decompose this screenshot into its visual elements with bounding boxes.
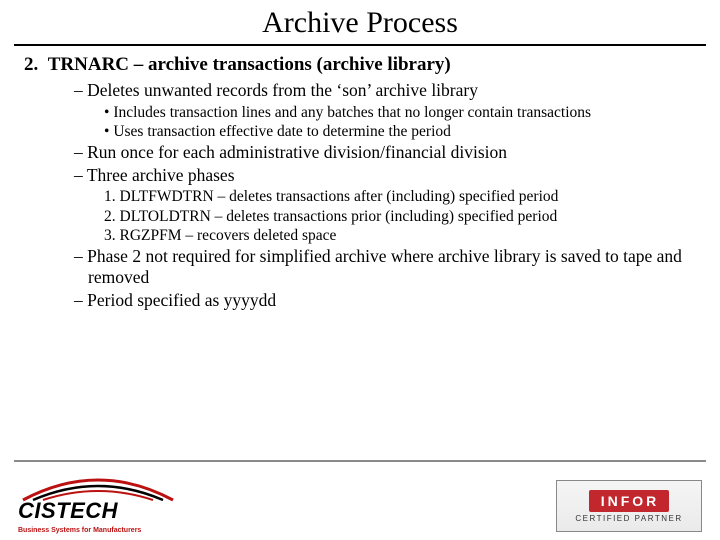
content-area: 2. TRNARC – archive transactions (archiv… bbox=[0, 54, 720, 312]
dash-list: Deletes unwanted records from the ‘son’ … bbox=[74, 80, 704, 312]
item-number: 2. bbox=[24, 54, 38, 75]
phase-item: 2. DLTOLDTRN – deletes transactions prio… bbox=[104, 207, 704, 226]
infor-badge: INFOR CERTIFIED PARTNER bbox=[556, 480, 702, 532]
phase-item: 1. DLTFWDTRN – deletes transactions afte… bbox=[104, 187, 704, 206]
cistech-tagline: Business Systems for Manufacturers bbox=[18, 527, 141, 534]
infor-brand: INFOR bbox=[589, 490, 670, 512]
cistech-name: CISTECH bbox=[18, 498, 118, 524]
phase-list: 1. DLTFWDTRN – deletes transactions afte… bbox=[104, 187, 704, 245]
bullet-list: Includes transaction lines and any batch… bbox=[104, 103, 704, 142]
footer-divider bbox=[14, 460, 706, 462]
dash-item: Run once for each administrative divisio… bbox=[88, 142, 704, 164]
page-title: Archive Process bbox=[0, 0, 720, 44]
dash-item: Phase 2 not required for simplified arch… bbox=[88, 246, 704, 290]
infor-subtext: CERTIFIED PARTNER bbox=[575, 514, 682, 523]
dash-item: Three archive phases bbox=[88, 165, 704, 187]
bullet-item: Includes transaction lines and any batch… bbox=[116, 103, 704, 122]
numbered-item: 2. TRNARC – archive transactions (archiv… bbox=[42, 54, 704, 76]
cistech-logo: CISTECH Business Systems for Manufacture… bbox=[18, 474, 178, 532]
title-divider bbox=[14, 44, 706, 46]
bullet-item: Uses transaction effective date to deter… bbox=[116, 122, 704, 141]
item-label: TRNARC – archive transactions (archive l… bbox=[48, 54, 451, 75]
footer-logos: CISTECH Business Systems for Manufacture… bbox=[18, 474, 702, 532]
phase-item: 3. RGZPFM – recovers deleted space bbox=[104, 226, 704, 245]
dash-item: Deletes unwanted records from the ‘son’ … bbox=[88, 80, 704, 102]
dash-item: Period specified as yyyydd bbox=[88, 290, 704, 312]
